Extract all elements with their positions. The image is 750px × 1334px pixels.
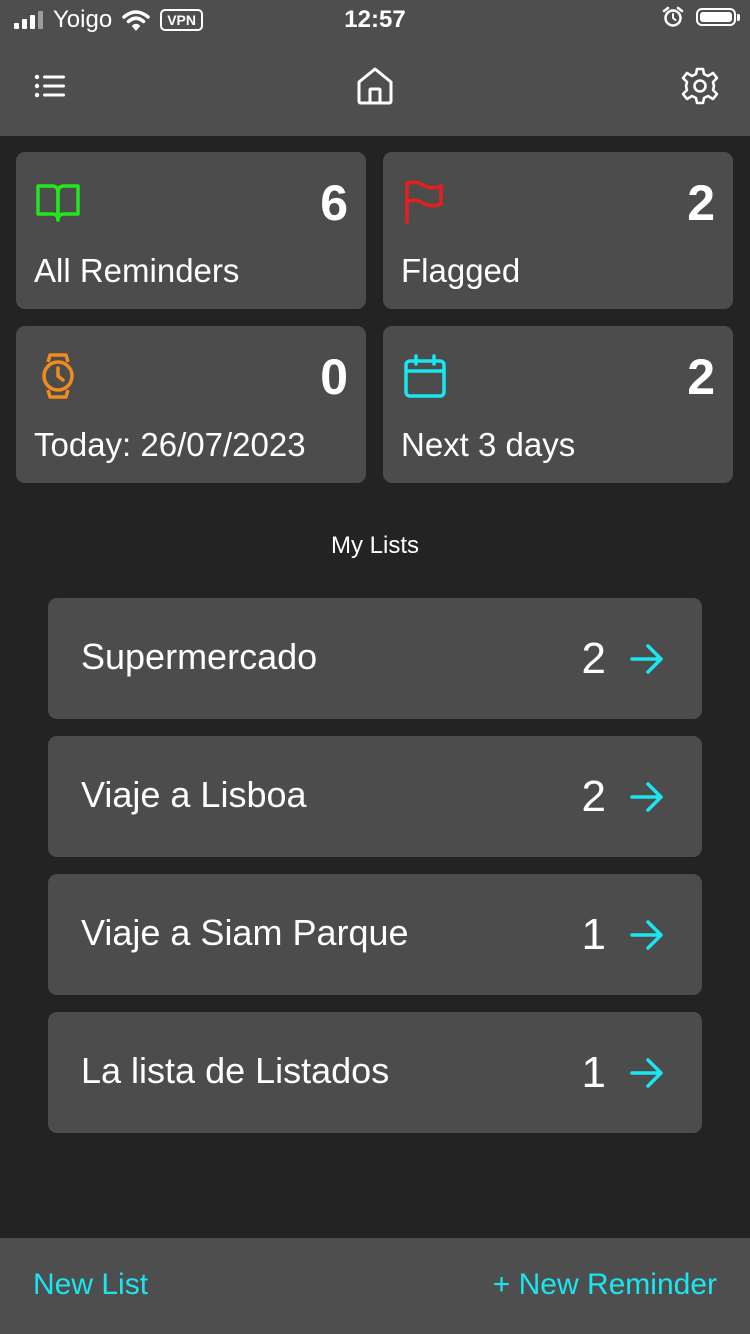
- list-item-la-lista-de-listados[interactable]: La lista de Listados 1: [48, 1012, 702, 1133]
- battery-icon: [696, 8, 740, 26]
- arrow-right-icon[interactable]: [628, 1054, 666, 1092]
- list-item-viaje-a-lisboa[interactable]: Viaje a Lisboa 2: [48, 736, 702, 857]
- list-name: Viaje a Lisboa: [81, 774, 307, 815]
- tile-all-reminders[interactable]: 6 All Reminders: [16, 152, 366, 309]
- my-lists-heading: My Lists: [330, 532, 419, 559]
- flag-icon: [405, 180, 443, 224]
- tile-label: All Reminders: [34, 252, 240, 289]
- top-nav-bar: [0, 40, 750, 136]
- alarm-icon: [662, 6, 684, 27]
- arrow-right-icon[interactable]: [628, 640, 666, 678]
- tile-count: 2: [687, 349, 715, 405]
- tile-next-3-days[interactable]: 2 Next 3 days: [383, 326, 733, 483]
- tile-label: Flagged: [401, 252, 521, 289]
- list-count: 2: [581, 772, 606, 821]
- list-count: 1: [581, 1048, 606, 1097]
- new-reminder-button[interactable]: + New Reminder: [493, 1268, 717, 1302]
- book-icon: [36, 184, 80, 222]
- tile-today[interactable]: 0 Today: 26/07/2023: [16, 326, 366, 483]
- tile-flagged[interactable]: 2 Flagged: [383, 152, 733, 309]
- tile-count: 6: [320, 175, 348, 231]
- list-item-supermercado[interactable]: Supermercado 2: [48, 598, 702, 719]
- list-icon[interactable]: [28, 64, 72, 108]
- tile-count: 2: [687, 175, 715, 231]
- arrow-right-icon[interactable]: [628, 916, 666, 954]
- bottom-toolbar: New List + New Reminder: [0, 1238, 750, 1334]
- list-count: 2: [581, 634, 606, 683]
- calendar-icon: [404, 354, 446, 398]
- list-name: Viaje a Siam Parque: [81, 912, 409, 953]
- watch-icon: [42, 353, 74, 399]
- arrow-right-icon[interactable]: [628, 778, 666, 816]
- status-bar: Yoigo VPN 12:57: [0, 0, 750, 40]
- status-right: [662, 6, 740, 28]
- list-name: Supermercado: [81, 636, 318, 677]
- tile-label: Next 3 days: [401, 426, 576, 463]
- list-item-viaje-a-siam-parque[interactable]: Viaje a Siam Parque 1: [48, 874, 702, 995]
- list-name: La lista de Listados: [81, 1050, 390, 1091]
- list-count: 1: [581, 910, 606, 959]
- home-icon[interactable]: [353, 64, 397, 108]
- status-time: 12:57: [344, 6, 406, 33]
- gear-icon[interactable]: [678, 64, 722, 108]
- tile-label: Today: 26/07/2023: [34, 426, 306, 463]
- tile-count: 0: [320, 349, 348, 405]
- new-list-button[interactable]: New List: [33, 1268, 148, 1302]
